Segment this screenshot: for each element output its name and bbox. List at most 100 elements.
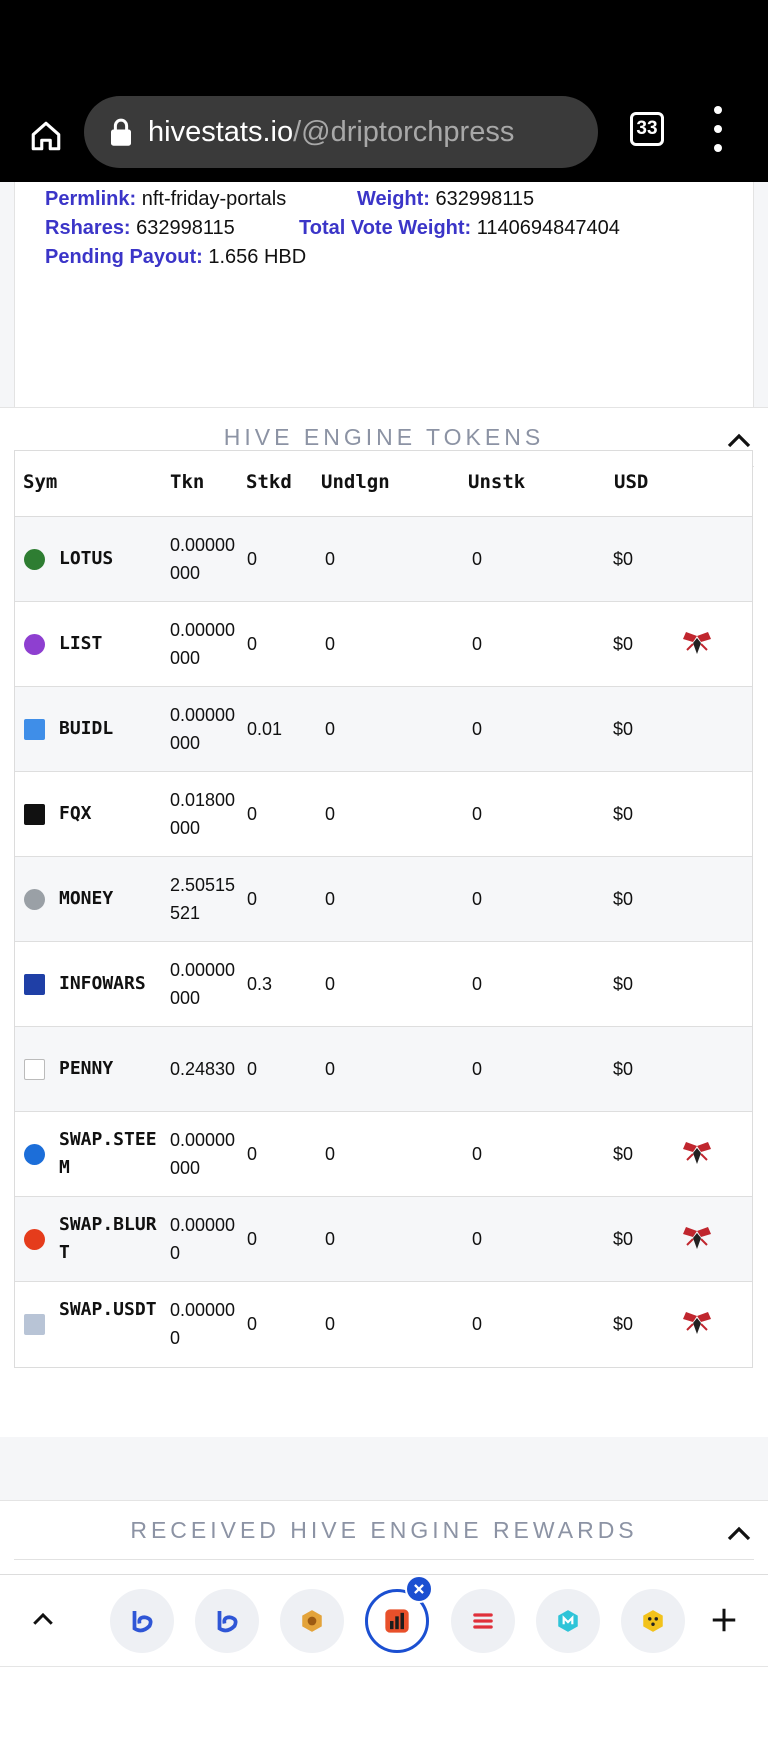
staked-value: 0 bbox=[247, 549, 258, 569]
weight-label: Weight: bbox=[357, 188, 430, 210]
pending-payout-line: Pending Payout: 1.656 HBD bbox=[45, 246, 306, 269]
token-balance: 0.000000 bbox=[170, 1300, 236, 1348]
undelegating-value: 0 bbox=[325, 1059, 336, 1079]
url-host: hivestats.io bbox=[148, 115, 294, 148]
tabs-button[interactable]: 33 bbox=[630, 112, 664, 146]
tab-thumb-5[interactable] bbox=[451, 1589, 515, 1653]
unstaking-value: 0 bbox=[472, 974, 483, 994]
section-title: HIVE ENGINE TOKENS bbox=[223, 424, 545, 450]
tab-thumb-1[interactable] bbox=[110, 1589, 174, 1653]
usd-value: $0 bbox=[613, 1144, 634, 1164]
app-icon bbox=[132, 1611, 153, 1633]
table-row: SWAP.STEEM 0.00000000 0 0 0 $0 bbox=[15, 1112, 752, 1197]
token-balance: 0.24830 bbox=[170, 1059, 236, 1079]
undelegating-value: 0 bbox=[325, 549, 336, 569]
unstaking-value: 0 bbox=[472, 1314, 483, 1334]
token-icon bbox=[24, 974, 45, 995]
usd-value: $0 bbox=[613, 1314, 634, 1334]
token-balance: 0.00000000 bbox=[170, 620, 236, 668]
close-tab-button[interactable] bbox=[405, 1575, 433, 1603]
app-icon bbox=[302, 1610, 322, 1632]
col-usd: USD bbox=[614, 471, 649, 493]
add-icon[interactable] bbox=[709, 1605, 739, 1635]
tokens-table: Sym Tkn Stkd Undlgn Unstk USD LOTUS 0.000… bbox=[14, 450, 753, 1368]
unstaking-value: 0 bbox=[472, 804, 483, 824]
token-icon bbox=[24, 1144, 45, 1165]
usd-value: $0 bbox=[613, 889, 634, 909]
weight-line: Weight: 632998115 bbox=[357, 188, 534, 211]
home-button[interactable] bbox=[22, 112, 70, 160]
hive-bee-icon[interactable] bbox=[681, 1225, 713, 1251]
unstaking-value: 0 bbox=[472, 549, 483, 569]
hive-bee-icon[interactable] bbox=[681, 1310, 713, 1336]
table-header: Sym Tkn Stkd Undlgn Unstk USD bbox=[15, 451, 752, 517]
token-icon bbox=[24, 719, 45, 740]
col-unstk: Unstk bbox=[468, 471, 526, 493]
permlink-label: Permlink: bbox=[45, 188, 137, 210]
undelegating-value: 0 bbox=[325, 974, 336, 994]
table-row: FQX 0.01800000 0 0 0 $0 bbox=[15, 772, 752, 857]
unstaking-value: 0 bbox=[472, 634, 483, 654]
hive-bee-icon[interactable] bbox=[681, 630, 713, 656]
hive-bee-icon[interactable] bbox=[681, 1140, 713, 1166]
token-symbol[interactable]: SWAP.STEEM bbox=[59, 1126, 167, 1182]
token-symbol[interactable]: SWAP.BLURT bbox=[59, 1211, 167, 1267]
tab-thumb-3[interactable] bbox=[280, 1589, 344, 1653]
token-symbol[interactable]: SWAP.USDT bbox=[59, 1296, 167, 1324]
tab-thumb-7[interactable] bbox=[621, 1589, 685, 1653]
token-symbol[interactable]: INFOWARS bbox=[59, 970, 167, 998]
tab-thumb-2[interactable] bbox=[195, 1589, 259, 1653]
total-vote-weight-label: Total Vote Weight: bbox=[299, 217, 472, 239]
table-row: LIST 0.00000000 0 0 0 $0 bbox=[15, 602, 752, 687]
home-icon bbox=[31, 121, 61, 151]
token-symbol[interactable]: LIST bbox=[59, 630, 167, 658]
lock-icon bbox=[111, 118, 131, 146]
staked-value: 0 bbox=[247, 804, 258, 824]
total-vote-weight-line: Total Vote Weight: 1140694847404 bbox=[299, 217, 620, 240]
col-stkd: Stkd bbox=[246, 471, 292, 493]
undelegating-value: 0 bbox=[325, 1314, 336, 1334]
token-symbol[interactable]: LOTUS bbox=[59, 545, 167, 573]
chevron-up-icon[interactable] bbox=[28, 1605, 58, 1635]
chevron-up-icon[interactable] bbox=[724, 1519, 754, 1549]
usd-value: $0 bbox=[613, 1229, 634, 1249]
bottom-blank-area bbox=[0, 1666, 768, 1749]
usd-value: $0 bbox=[613, 1059, 634, 1079]
received-rewards-section: RECEIVED HIVE ENGINE REWARDS bbox=[0, 1500, 768, 1574]
tab-thumb-6[interactable] bbox=[536, 1589, 600, 1653]
pending-payout-label: Pending Payout: bbox=[45, 246, 203, 268]
token-balance: 2.50515521 bbox=[170, 875, 236, 923]
token-symbol[interactable]: FQX bbox=[59, 800, 167, 828]
token-icon bbox=[24, 549, 45, 570]
staked-value: 0 bbox=[247, 1059, 258, 1079]
section-title: RECEIVED HIVE ENGINE REWARDS bbox=[130, 1517, 638, 1543]
table-body: LOTUS 0.00000000 0 0 0 $0 LIST 0.00000000 0 0 0 $0 B… bbox=[15, 517, 752, 1367]
permlink-value[interactable]: nft-friday-portals bbox=[142, 188, 287, 210]
undelegating-value: 0 bbox=[325, 889, 336, 909]
token-symbol[interactable]: PENNY bbox=[59, 1055, 167, 1083]
rshares-label: Rshares: bbox=[45, 217, 131, 239]
token-icon bbox=[24, 889, 45, 910]
unstaking-value: 0 bbox=[472, 1059, 483, 1079]
table-row: SWAP.USDT 0.000000 0 0 0 $0 bbox=[15, 1282, 752, 1367]
more-vert-icon[interactable] bbox=[710, 106, 726, 152]
total-vote-weight-value: 1140694847404 bbox=[476, 217, 620, 239]
app-icon bbox=[558, 1610, 578, 1632]
status-bar bbox=[0, 0, 768, 92]
address-bar[interactable]: hivestats.io/@driptorchpress bbox=[84, 96, 598, 168]
usd-value: $0 bbox=[613, 719, 634, 739]
token-balance: 0.00000000 bbox=[170, 705, 236, 753]
token-balance: 0.00000000 bbox=[170, 535, 236, 583]
token-icon bbox=[24, 1059, 45, 1080]
token-icon bbox=[24, 804, 45, 825]
dice-app-icon bbox=[643, 1610, 663, 1632]
token-balance: 0.000000 bbox=[170, 1215, 236, 1263]
usd-value: $0 bbox=[613, 634, 634, 654]
token-symbol[interactable]: MONEY bbox=[59, 885, 167, 913]
staked-value: 0 bbox=[247, 1229, 258, 1249]
app-icon bbox=[473, 1613, 493, 1629]
weight-value: 632998115 bbox=[435, 188, 535, 210]
token-balance: 0.01800000 bbox=[170, 790, 236, 838]
permlink-line: Permlink: nft-friday-portals bbox=[45, 188, 286, 211]
token-symbol[interactable]: BUIDL bbox=[59, 715, 167, 743]
